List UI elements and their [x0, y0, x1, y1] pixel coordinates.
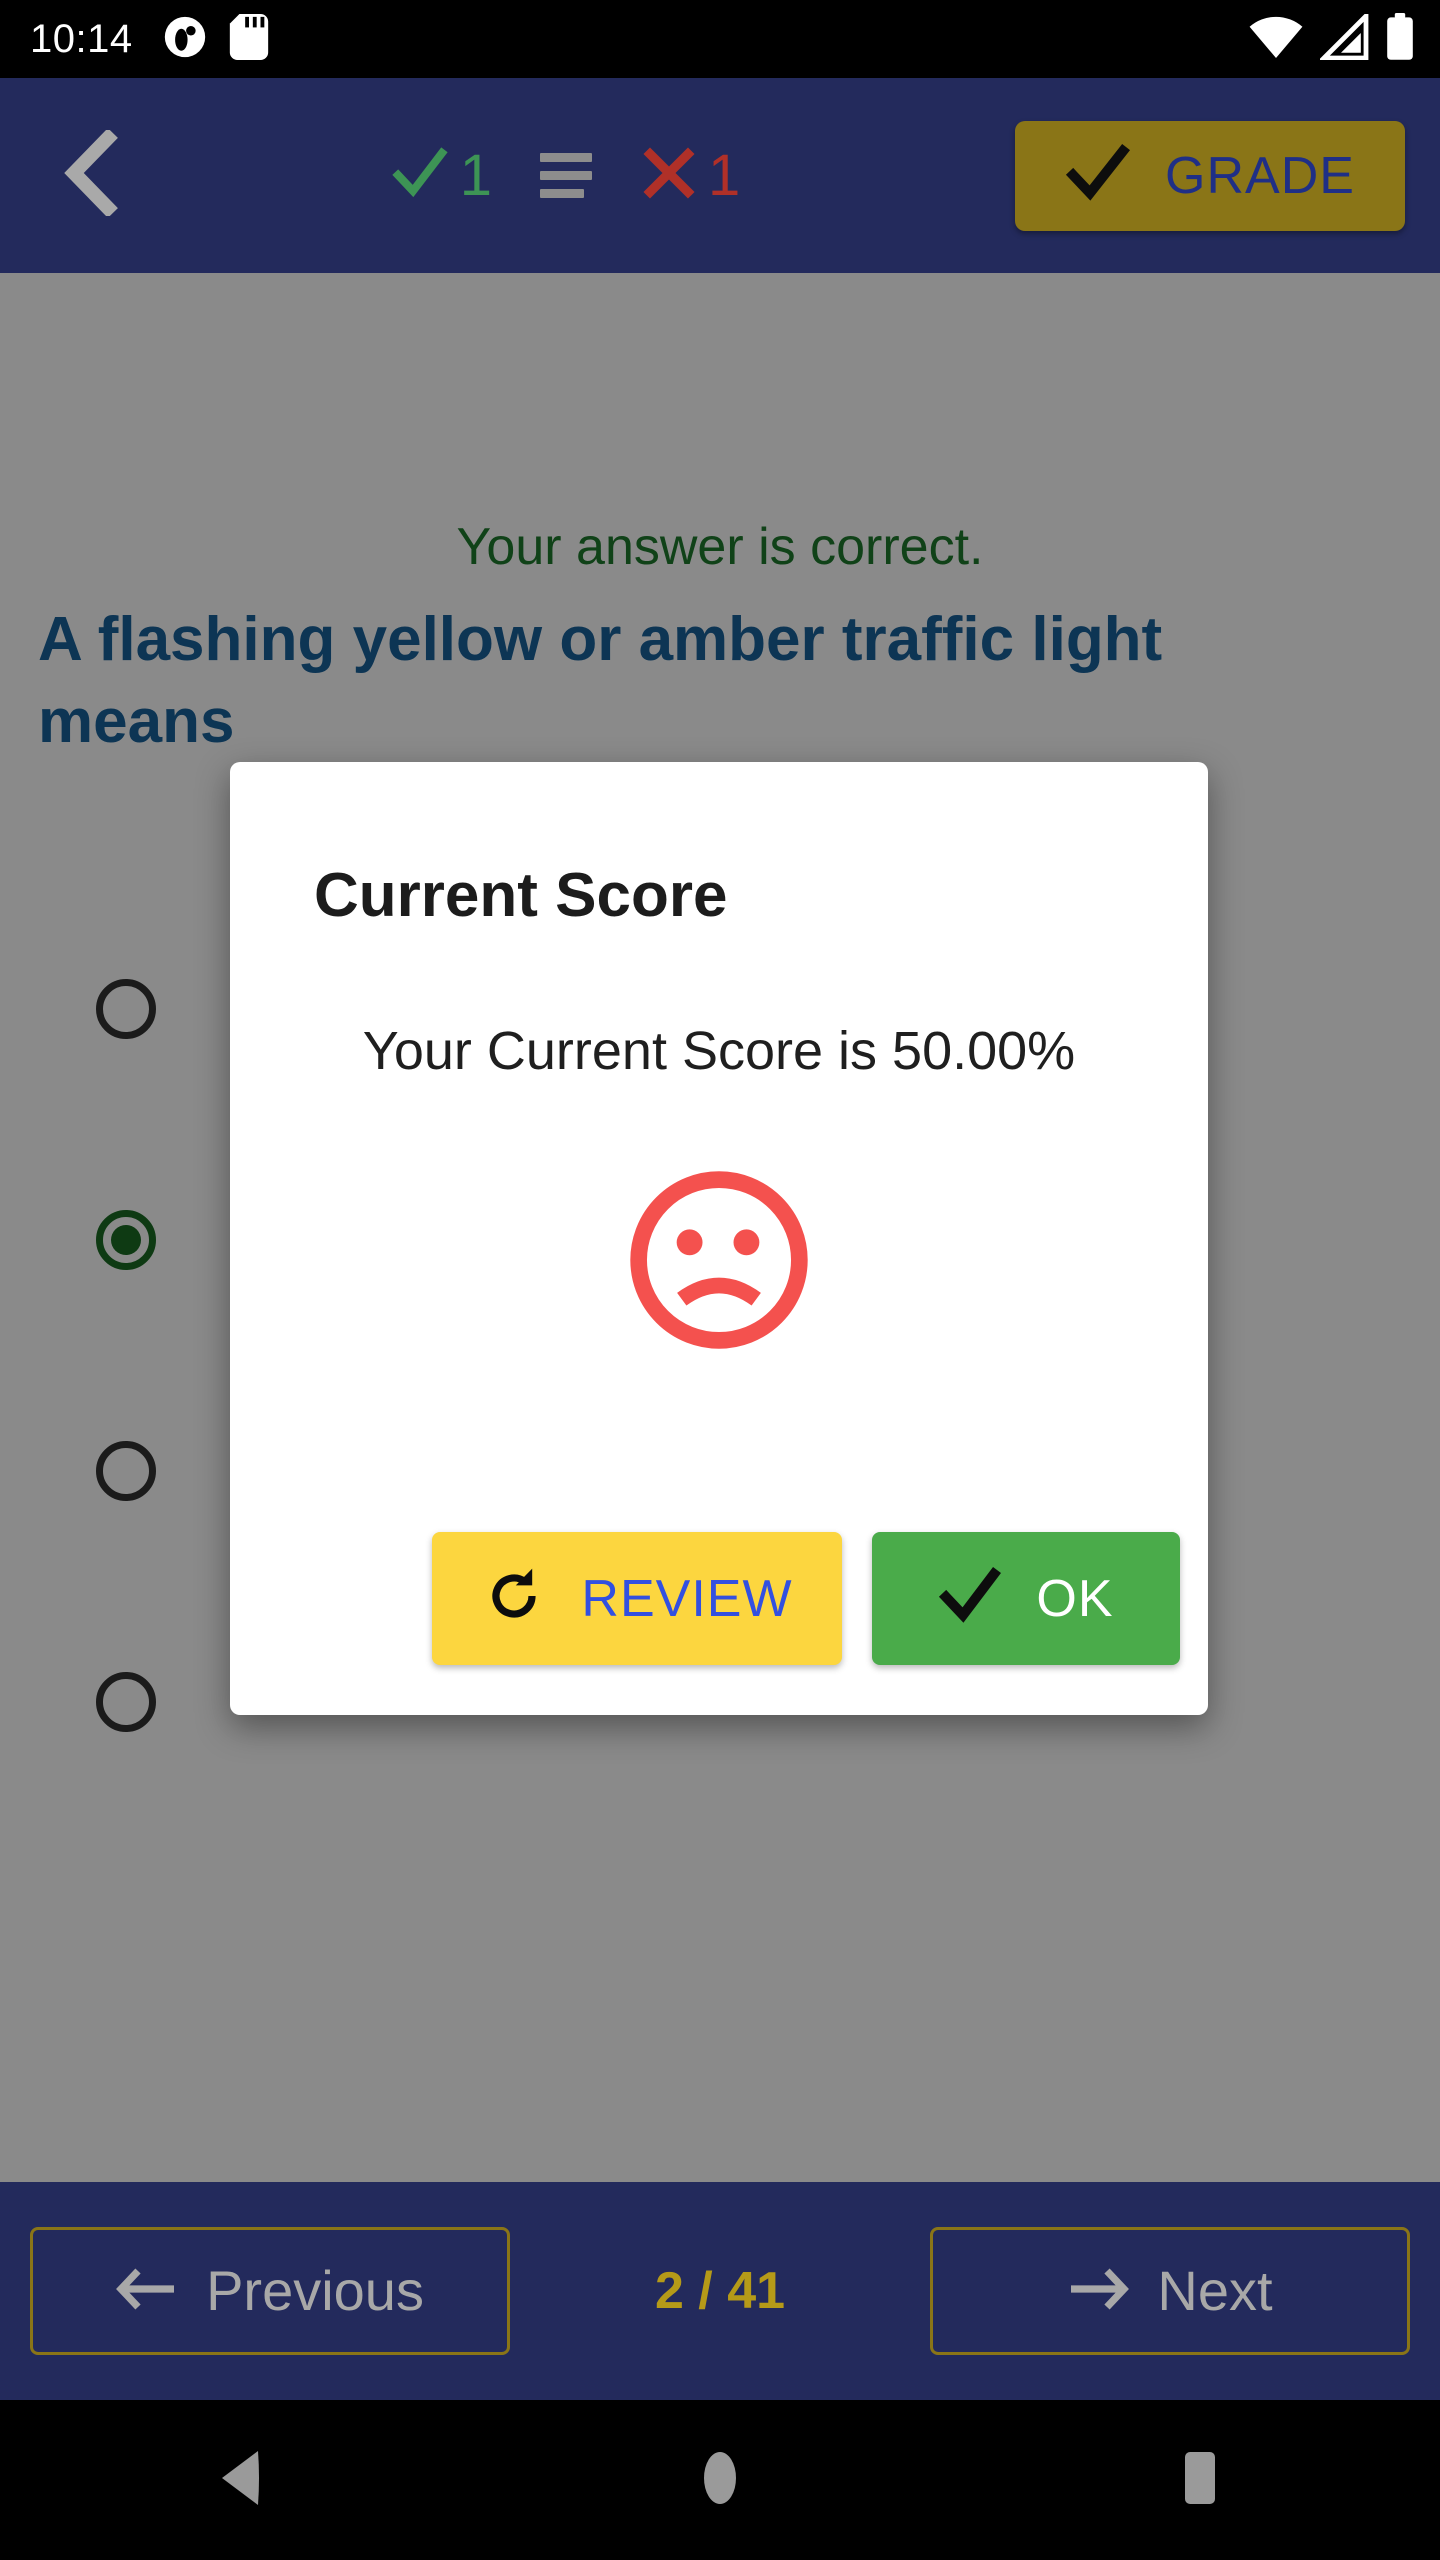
header-score-counters: 1 1 — [115, 143, 1015, 208]
grade-button-label: GRADE — [1165, 146, 1355, 205]
cellular-signal-icon — [1318, 9, 1370, 65]
battery-icon — [1386, 12, 1414, 66]
app-header: 1 1 GRADE — [0, 78, 1440, 273]
grade-button[interactable]: GRADE — [1015, 120, 1405, 231]
close-x-icon — [640, 144, 698, 207]
check-icon — [938, 1566, 1002, 1630]
arrow-right-icon — [1067, 2261, 1130, 2322]
next-button[interactable]: Next — [929, 2227, 1410, 2355]
ok-button[interactable]: OK — [872, 1532, 1180, 1665]
review-button-label: REVIEW — [581, 1569, 793, 1628]
dialog-message: Your Current Score is 50.00% — [362, 1021, 1076, 1081]
sd-card-icon — [229, 13, 269, 65]
quiz-navigation-bar: Previous 2 / 41 Next — [0, 2182, 1440, 2400]
system-home-button[interactable] — [630, 2400, 810, 2560]
review-button[interactable]: REVIEW — [432, 1532, 842, 1665]
ok-button-label: OK — [1036, 1569, 1114, 1628]
correct-count: 1 — [459, 142, 492, 208]
status-bar-clock: 10:14 — [30, 17, 133, 61]
current-score-dialog: Current Score Your Current Score is 50.0… — [230, 762, 1208, 1715]
next-button-label: Next — [1157, 2259, 1273, 2322]
wrong-count-group: 1 — [640, 144, 740, 207]
status-bar: 10:14 — [0, 0, 1440, 78]
wrong-count: 1 — [708, 142, 741, 208]
circle-home-icon — [698, 2449, 742, 2512]
check-icon — [390, 143, 450, 208]
page-indicator: 2 / 41 — [654, 2262, 786, 2320]
square-recents-icon — [1183, 2450, 1217, 2511]
phone-screen: 10:14 1 1 GRADE Your answer is correct. … — [0, 0, 1440, 2560]
wifi-icon — [1248, 14, 1304, 65]
app-notification-icon — [163, 15, 207, 64]
status-bar-notification-icons — [163, 13, 269, 65]
correct-count-group: 1 — [390, 143, 492, 208]
check-icon — [1065, 143, 1131, 208]
dialog-action-buttons: REVIEW OK — [230, 1532, 1208, 1665]
system-recents-button[interactable] — [1110, 2400, 1290, 2560]
arrow-left-icon — [116, 2261, 178, 2322]
android-system-navigation-bar — [0, 2400, 1440, 2560]
previous-button-label: Previous — [206, 2259, 424, 2322]
dialog-title: Current Score — [314, 861, 728, 930]
previous-button[interactable]: Previous — [30, 2227, 510, 2355]
list-icon[interactable] — [540, 153, 592, 198]
status-bar-system-icons — [1248, 9, 1414, 66]
refresh-icon — [481, 1563, 547, 1634]
triangle-back-icon — [218, 2449, 262, 2512]
system-back-button[interactable] — [150, 2400, 330, 2560]
sad-face-icon — [230, 1162, 1208, 1358]
